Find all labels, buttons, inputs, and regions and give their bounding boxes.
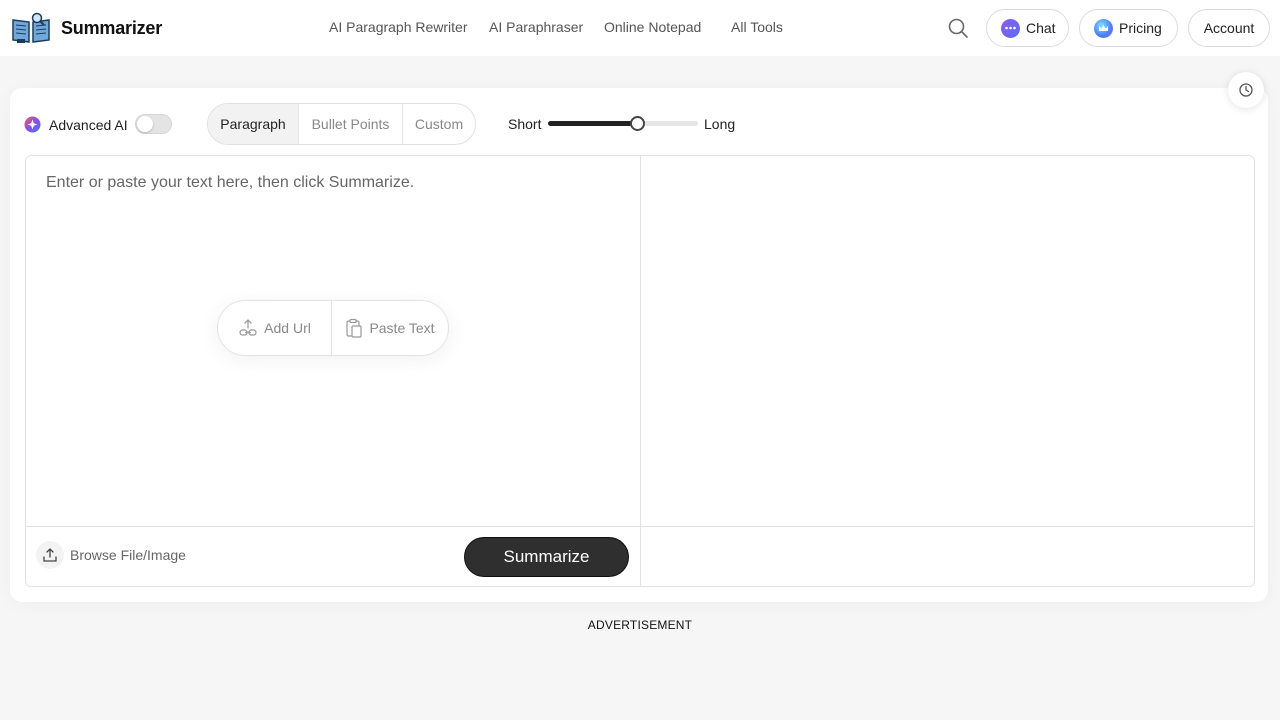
length-short-label: Short bbox=[508, 116, 542, 132]
clock-icon bbox=[1239, 83, 1253, 97]
summary-mode-selector: Paragraph Bullet Points Custom bbox=[207, 103, 476, 145]
chat-bubble-icon bbox=[1001, 18, 1020, 38]
tab-paragraph[interactable]: Paragraph bbox=[208, 104, 298, 144]
nav-ai-paragraph-rewriter[interactable]: AI Paragraph Rewriter bbox=[329, 19, 468, 35]
footer-divider bbox=[26, 526, 1254, 527]
summary-length-slider[interactable] bbox=[548, 116, 698, 131]
crown-icon bbox=[1094, 18, 1113, 38]
browse-file-button[interactable]: Browse File/Image bbox=[36, 541, 186, 569]
logo[interactable]: Summarizer bbox=[10, 12, 162, 44]
tab-bullet-points[interactable]: Bullet Points bbox=[298, 104, 402, 144]
length-long-label: Long bbox=[704, 116, 736, 132]
pricing-label: Pricing bbox=[1119, 20, 1162, 36]
search-icon[interactable] bbox=[946, 16, 970, 40]
nav-all-tools[interactable]: All Tools bbox=[731, 19, 783, 35]
nav-ai-paraphraser[interactable]: AI Paraphraser bbox=[489, 19, 583, 35]
link-upload-icon bbox=[239, 319, 257, 336]
add-url-label: Add Url bbox=[264, 320, 311, 336]
top-header: Summarizer AI Paragraph Rewriter AI Para… bbox=[0, 0, 1280, 56]
paste-text-button[interactable]: Paste Text bbox=[332, 301, 448, 355]
brand-name: Summarizer bbox=[61, 17, 163, 38]
advanced-ai-toggle[interactable] bbox=[135, 114, 172, 134]
summary-output bbox=[641, 156, 1254, 526]
chat-label: Chat bbox=[1026, 20, 1056, 36]
slider-fill bbox=[548, 121, 637, 126]
book-reading-icon bbox=[12, 12, 50, 43]
slider-thumb[interactable] bbox=[629, 116, 645, 131]
clipboard-icon bbox=[346, 318, 363, 338]
history-button[interactable] bbox=[1228, 72, 1264, 108]
toggle-knob bbox=[137, 116, 153, 132]
advertisement-label: ADVERTISEMENT bbox=[587, 618, 693, 632]
chat-button[interactable]: Chat bbox=[986, 9, 1069, 47]
input-actions: Add Url Paste Text bbox=[217, 300, 449, 356]
account-label: Account bbox=[1203, 20, 1255, 36]
add-url-button[interactable]: Add Url bbox=[218, 301, 332, 355]
pricing-button[interactable]: Pricing bbox=[1079, 9, 1178, 47]
summarize-button[interactable]: Summarize bbox=[464, 537, 629, 577]
paste-text-label: Paste Text bbox=[369, 320, 435, 336]
browse-file-label: Browse File/Image bbox=[70, 547, 186, 563]
tab-custom[interactable]: Custom bbox=[402, 104, 475, 144]
ai-sparkle-icon bbox=[24, 116, 41, 133]
account-button[interactable]: Account bbox=[1188, 9, 1270, 47]
upload-icon bbox=[36, 541, 64, 569]
advanced-ai-label: Advanced AI bbox=[49, 117, 128, 133]
editor-panel: Add Url Paste Text Browse File/Image Sum… bbox=[25, 155, 1255, 587]
nav-online-notepad[interactable]: Online Notepad bbox=[604, 19, 701, 35]
